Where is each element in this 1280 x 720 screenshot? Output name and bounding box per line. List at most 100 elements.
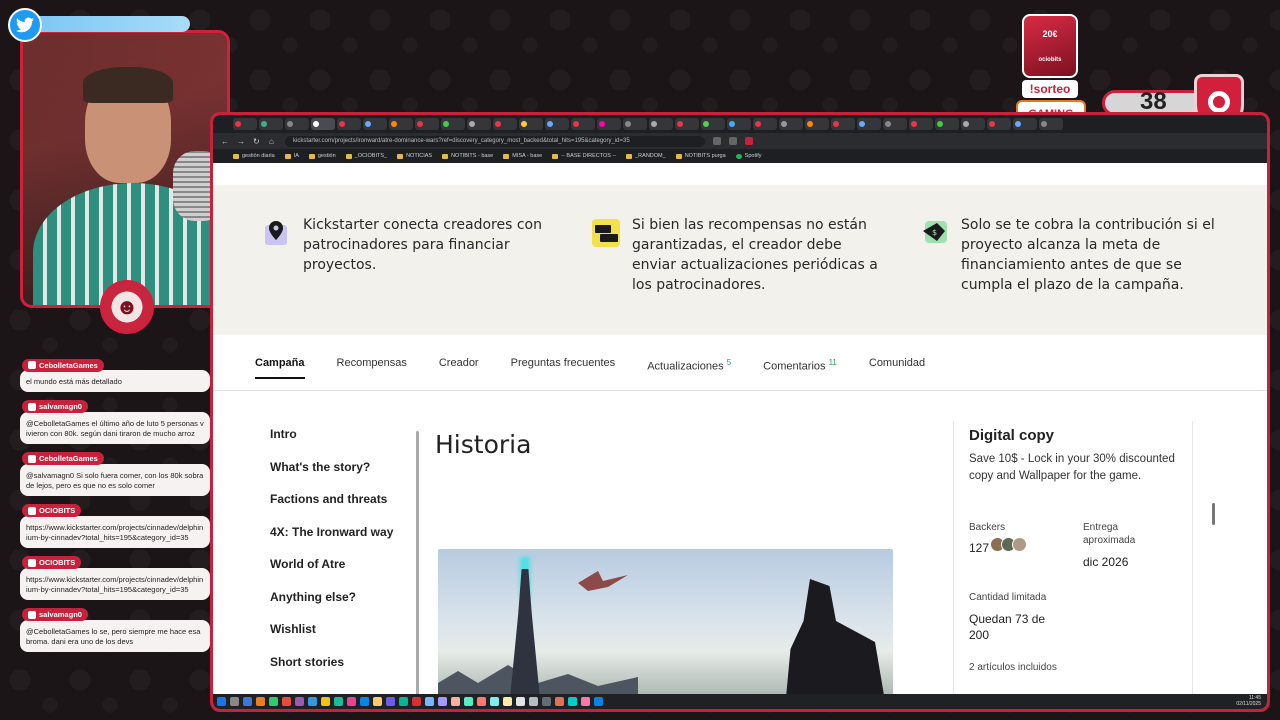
taskbar-app-icon[interactable] <box>503 697 512 706</box>
toc-scrollbar[interactable] <box>416 431 419 694</box>
browser-tab[interactable] <box>727 118 751 130</box>
reward-card-digital-copy[interactable]: Digital copy Save 10$ - Lock in your 30%… <box>953 421 1193 694</box>
taskbar-app-icon[interactable] <box>425 697 434 706</box>
home-icon[interactable]: ⌂ <box>269 137 277 146</box>
taskbar-app-icon[interactable] <box>516 697 525 706</box>
bookmark-item[interactable]: gestión diaria <box>233 153 275 159</box>
bookmark-item[interactable]: -- BASE DIRECTOS -- <box>552 153 616 159</box>
url-input[interactable]: kickstarter.com/projects/ironward/atre-d… <box>285 135 705 147</box>
browser-tab[interactable] <box>805 118 829 130</box>
tab-faq[interactable]: Preguntas frecuentes <box>511 335 616 391</box>
bookmark-item[interactable]: MISA - base <box>503 153 542 159</box>
taskbar-app-icon[interactable] <box>555 697 564 706</box>
tab-campaign[interactable]: Campaña <box>255 335 305 391</box>
forward-icon[interactable]: → <box>237 137 245 146</box>
taskbar-app-icon[interactable] <box>243 697 252 706</box>
taskbar-app-icon[interactable] <box>490 697 499 706</box>
toc-item-world[interactable]: World of Atre <box>270 557 420 590</box>
taskbar-app-icon[interactable] <box>451 697 460 706</box>
browser-tab[interactable] <box>571 118 595 130</box>
tab-community[interactable]: Comunidad <box>869 335 925 391</box>
extension-icon[interactable] <box>713 137 721 145</box>
taskbar-app-icon[interactable] <box>464 697 473 706</box>
browser-tab[interactable] <box>415 118 439 130</box>
browser-tab[interactable] <box>649 118 673 130</box>
bookmark-item[interactable]: IA <box>284 153 299 159</box>
browser-tab[interactable] <box>779 118 803 130</box>
browser-tab[interactable] <box>753 118 777 130</box>
browser-tab[interactable] <box>935 118 959 130</box>
bookmark-item[interactable]: NOTIBITS purga <box>675 153 726 159</box>
page-scrollbar[interactable] <box>1212 503 1215 525</box>
taskbar-app-icon[interactable] <box>360 697 369 706</box>
toc-item-story[interactable]: What's the story? <box>270 460 420 493</box>
taskbar-app-icon[interactable] <box>594 697 603 706</box>
taskbar-app-icon[interactable] <box>542 697 551 706</box>
browser-tab[interactable] <box>857 118 881 130</box>
browser-tab[interactable] <box>1039 118 1063 130</box>
browser-tab[interactable] <box>519 118 543 130</box>
taskbar-app-icon[interactable] <box>373 697 382 706</box>
taskbar-app-icon[interactable] <box>282 697 291 706</box>
toc-item-anything-else[interactable]: Anything else? <box>270 590 420 623</box>
browser-tab[interactable] <box>831 118 855 130</box>
toc-item-wishlist[interactable]: Wishlist <box>270 622 420 655</box>
toc-item-factions[interactable]: Factions and threats <box>270 492 420 525</box>
taskbar-app-icon[interactable] <box>256 697 265 706</box>
taskbar-app-icon[interactable] <box>321 697 330 706</box>
bookmark-item[interactable]: gestión <box>308 153 336 159</box>
taskbar-app-icon[interactable] <box>308 697 317 706</box>
browser-tab[interactable] <box>987 118 1011 130</box>
taskbar-app-icon[interactable] <box>568 697 577 706</box>
browser-tab[interactable] <box>909 118 933 130</box>
taskbar-app-icon[interactable] <box>347 697 356 706</box>
toc-item-intro[interactable]: Intro <box>270 427 420 460</box>
browser-tab[interactable] <box>883 118 907 130</box>
bookmark-item[interactable]: NOTIBITS - base <box>442 153 493 159</box>
back-icon[interactable]: ← <box>221 137 229 146</box>
bookmark-item[interactable]: _RANDOM_ <box>626 153 666 159</box>
browser-tab[interactable] <box>701 118 725 130</box>
taskbar-app-icon[interactable] <box>230 697 239 706</box>
reload-icon[interactable]: ↻ <box>253 137 261 146</box>
taskbar-app-icon[interactable] <box>295 697 304 706</box>
browser-tab[interactable] <box>337 118 361 130</box>
tab-updates[interactable]: Actualizaciones 5 <box>647 335 731 391</box>
taskbar-app-icon[interactable] <box>529 697 538 706</box>
extension-icon[interactable] <box>745 137 753 145</box>
browser-tab[interactable] <box>1013 118 1037 130</box>
browser-tab[interactable] <box>441 118 465 130</box>
browser-tab[interactable] <box>493 118 517 130</box>
browser-tab[interactable] <box>961 118 985 130</box>
browser-tab[interactable] <box>259 118 283 130</box>
toc-item-4x[interactable]: 4X: The Ironward way <box>270 525 420 558</box>
bookmark-item[interactable]: NOTICIAS <box>397 153 432 159</box>
tab-creator[interactable]: Creador <box>439 335 479 391</box>
taskbar-app-icon[interactable] <box>581 697 590 706</box>
taskbar-app-icon[interactable] <box>217 697 226 706</box>
browser-tab[interactable] <box>467 118 491 130</box>
taskbar-app-icon[interactable] <box>438 697 447 706</box>
chat-message: salvamagn0 @CebolletaGames lo se, pero s… <box>20 606 210 652</box>
taskbar-app-icon[interactable] <box>412 697 421 706</box>
extension-icon[interactable] <box>729 137 737 145</box>
browser-tab[interactable] <box>285 118 309 130</box>
browser-tab[interactable] <box>545 118 569 130</box>
bookmark-item[interactable]: _OCIOBITS_ <box>345 153 387 159</box>
taskbar-app-icon[interactable] <box>334 697 343 706</box>
taskbar-app-icon[interactable] <box>386 697 395 706</box>
tab-rewards[interactable]: Recompensas <box>337 335 407 391</box>
browser-tab[interactable] <box>675 118 699 130</box>
toc-item-short-stories[interactable]: Short stories <box>270 655 420 688</box>
browser-tab[interactable] <box>233 118 257 130</box>
browser-tab[interactable] <box>363 118 387 130</box>
browser-tab[interactable] <box>311 118 335 130</box>
bookmark-item[interactable]: Spotify <box>735 153 761 159</box>
taskbar-app-icon[interactable] <box>399 697 408 706</box>
browser-tab[interactable] <box>389 118 413 130</box>
tab-comments[interactable]: Comentarios 11 <box>763 335 837 391</box>
taskbar-app-icon[interactable] <box>477 697 486 706</box>
browser-tab[interactable] <box>597 118 621 130</box>
browser-tab[interactable] <box>623 118 647 130</box>
taskbar-app-icon[interactable] <box>269 697 278 706</box>
